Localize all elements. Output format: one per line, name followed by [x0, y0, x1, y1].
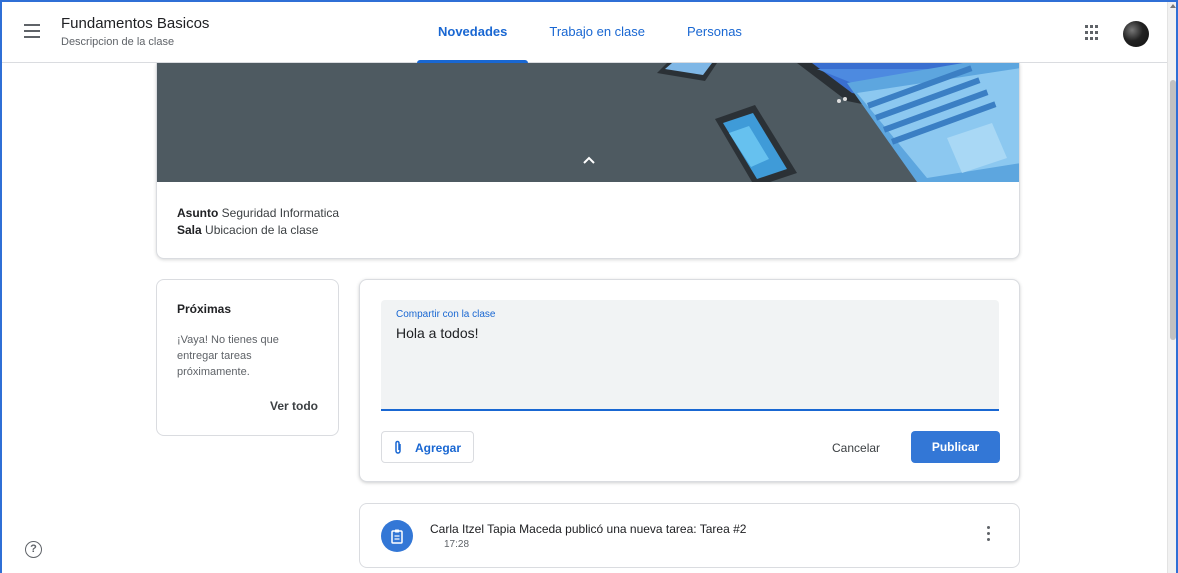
- subject-label: Asunto: [177, 206, 219, 220]
- assignment-icon: [381, 520, 413, 552]
- paperclip-icon: [395, 440, 401, 454]
- scrollbar[interactable]: [1167, 0, 1178, 573]
- scrollbar-thumb[interactable]: [1170, 80, 1176, 340]
- chevron-up-icon[interactable]: [577, 149, 601, 173]
- user-avatar[interactable]: [1123, 21, 1149, 47]
- class-banner-image: [157, 63, 1019, 182]
- publish-button[interactable]: Publicar: [911, 431, 1000, 463]
- stream-post[interactable]: Carla Itzel Tapia Maceda publicó una nue…: [359, 503, 1020, 568]
- help-icon[interactable]: ?: [25, 541, 42, 558]
- tab-trabajo-en-clase[interactable]: Trabajo en clase: [528, 0, 666, 63]
- class-info: Asunto Seguridad Informatica Sala Ubicac…: [177, 205, 339, 239]
- share-composer-card: Compartir con la clase Hola a todos! Agr…: [359, 279, 1020, 482]
- post-time: 17:28: [444, 539, 470, 550]
- subject-row: Asunto Seguridad Informatica: [177, 205, 339, 222]
- cancel-button[interactable]: Cancelar: [832, 441, 880, 455]
- class-header-card: Asunto Seguridad Informatica Sala Ubicac…: [156, 63, 1020, 259]
- top-app-bar: Fundamentos Basicos Descripcion de la cl…: [0, 0, 1178, 63]
- upcoming-card: Próximas ¡Vaya! No tienes que entregar t…: [156, 279, 339, 436]
- scroll-up-arrow-icon[interactable]: [1170, 4, 1176, 8]
- share-field-value: Hola a todos!: [396, 325, 479, 341]
- room-label: Sala: [177, 223, 202, 237]
- share-field-label: Compartir con la clase: [396, 309, 496, 320]
- room-row: Sala Ubicacion de la clase: [177, 222, 339, 239]
- share-textarea[interactable]: Compartir con la clase Hola a todos!: [381, 300, 999, 411]
- add-button-label: Agregar: [415, 441, 462, 455]
- room-value: Ubicacion de la clase: [205, 223, 319, 237]
- class-subtitle: Descripcion de la clase: [61, 36, 175, 48]
- upcoming-title: Próximas: [177, 302, 232, 316]
- post-title[interactable]: Carla Itzel Tapia Maceda publicó una nue…: [430, 522, 746, 536]
- class-title[interactable]: Fundamentos Basicos: [61, 15, 209, 32]
- view-all-link[interactable]: Ver todo: [270, 399, 318, 413]
- menu-icon[interactable]: [20, 20, 44, 44]
- tab-personas[interactable]: Personas: [666, 0, 763, 63]
- more-options-icon[interactable]: [984, 526, 992, 544]
- subject-value: Seguridad Informatica: [221, 206, 340, 220]
- upcoming-message: ¡Vaya! No tienes que entregar tareas pró…: [177, 334, 279, 378]
- tab-novedades[interactable]: Novedades: [417, 0, 529, 63]
- add-attachment-button[interactable]: Agregar: [381, 431, 474, 463]
- tab-bar: Novedades Trabajo en clase Personas: [417, 0, 763, 63]
- apps-grid-icon[interactable]: [1085, 25, 1101, 41]
